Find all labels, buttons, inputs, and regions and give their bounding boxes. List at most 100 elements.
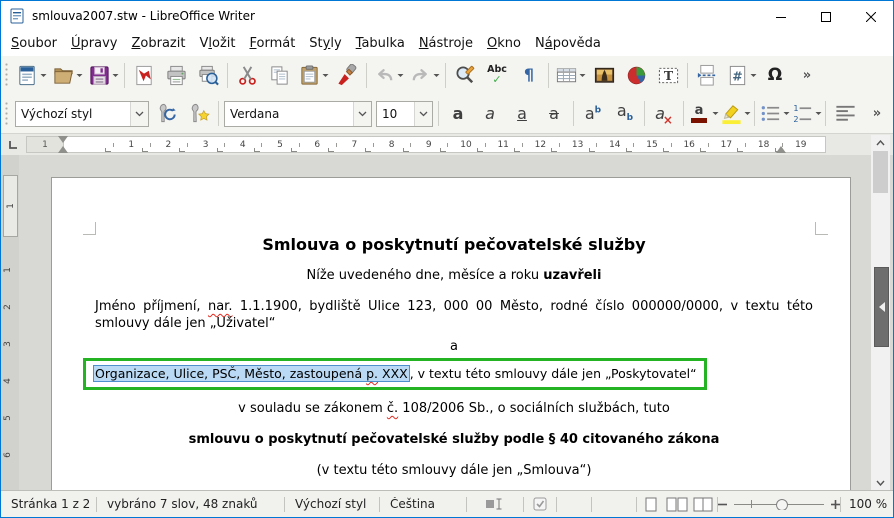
horizontal-ruler[interactable]: 1 1 2 3 4 5 6 7 8 9 10 11 12 13 14 15 16 17 18 19 <box>1 134 893 155</box>
dropdown-arrow-icon[interactable] <box>744 111 751 116</box>
new-button[interactable] <box>13 60 49 90</box>
dropdown-arrow-icon[interactable] <box>783 111 790 116</box>
dropdown-arrow-icon[interactable] <box>433 73 440 78</box>
chevron-down-icon[interactable] <box>130 101 148 126</box>
spelling-button[interactable]: Abc ✓ <box>481 60 513 90</box>
status-word-count[interactable]: vybráno 7 slov, 48 znaků <box>97 497 284 511</box>
formatting-marks-button[interactable]: ¶ <box>513 60 545 90</box>
insert-image-button[interactable] <box>588 60 620 90</box>
multi-page-view-button[interactable] <box>664 494 690 514</box>
vertical-ruler[interactable]: 1 1 2 3 4 5 6 <box>1 155 19 490</box>
menu-okno[interactable]: Okno <box>480 34 528 53</box>
save-button[interactable] <box>85 60 121 90</box>
paragraph[interactable]: a <box>95 338 813 355</box>
paragraph-style-combo[interactable]: Výchozí styl <box>15 100 149 127</box>
insert-table-button[interactable] <box>552 60 588 90</box>
undo-button[interactable] <box>370 60 406 90</box>
dropdown-arrow-icon[interactable] <box>322 73 329 78</box>
copy-button[interactable] <box>263 60 295 90</box>
zoom-in-button[interactable] <box>831 499 840 509</box>
cut-button[interactable] <box>231 60 263 90</box>
scroll-down-icon[interactable] <box>871 475 890 490</box>
superscript-button[interactable]: ab <box>577 99 609 129</box>
toolbar-overflow-button[interactable]: » <box>791 60 823 90</box>
chevron-down-icon[interactable] <box>414 101 432 126</box>
chevron-down-icon[interactable] <box>353 101 371 126</box>
right-indent-marker[interactable] <box>776 146 786 153</box>
document-modified-icon[interactable] <box>524 497 556 511</box>
export-pdf-button[interactable] <box>128 60 160 90</box>
underline-button[interactable]: a <box>506 99 538 129</box>
dropdown-arrow-icon[interactable] <box>397 73 404 78</box>
toolbar-grip[interactable] <box>4 62 9 88</box>
zoom-out-button[interactable] <box>718 500 727 509</box>
menu-napoveda[interactable]: Nápověda <box>528 34 608 53</box>
new-style-button[interactable] <box>183 99 215 129</box>
clear-formatting-button[interactable]: a × <box>648 99 680 129</box>
highlight-color-button[interactable] <box>719 99 751 129</box>
title-bar[interactable]: smlouva2007.stw - LibreOffice Writer <box>1 1 893 31</box>
paragraph[interactable]: smlouvu o poskytnutí pečovatelské služby… <box>95 431 813 448</box>
paragraph[interactable]: Jméno příjmení, nar. 1.1.1900, bydliště … <box>95 298 813 332</box>
scrollbar-thumb[interactable] <box>873 151 888 193</box>
zoom-slider-thumb[interactable] <box>776 499 788 510</box>
redo-button[interactable] <box>406 60 442 90</box>
dropdown-arrow-icon[interactable] <box>76 73 83 78</box>
dropdown-arrow-icon[interactable] <box>815 111 822 116</box>
menu-upravy[interactable]: Úpravy <box>64 34 124 53</box>
font-name-combo[interactable]: Verdana <box>224 100 372 127</box>
paragraph[interactable]: Níže uvedeného dne, měsíce a roku uzavře… <box>95 267 813 284</box>
insert-textbox-button[interactable]: T <box>652 60 684 90</box>
status-language[interactable]: Čeština <box>380 497 466 511</box>
update-style-button[interactable] <box>151 99 183 129</box>
toolbar-overflow-button[interactable]: » <box>861 99 893 129</box>
clone-formatting-button[interactable] <box>331 60 363 90</box>
print-preview-button[interactable] <box>192 60 224 90</box>
italic-button[interactable]: a <box>474 99 506 129</box>
dropdown-arrow-icon[interactable] <box>750 73 757 78</box>
dropdown-arrow-icon[interactable] <box>40 73 47 78</box>
single-page-view-button[interactable] <box>638 494 664 514</box>
menu-format[interactable]: Formát <box>242 34 302 53</box>
bold-button[interactable]: a <box>442 99 474 129</box>
minimize-button[interactable] <box>758 1 803 31</box>
toolbar-grip[interactable] <box>4 100 9 127</box>
paragraph[interactable]: v souladu se zákonem č. 108/2006 Sb., o … <box>95 400 813 417</box>
print-button[interactable] <box>160 60 192 90</box>
tab-type-selector[interactable] <box>5 137 20 152</box>
insert-chart-button[interactable] <box>620 60 652 90</box>
insert-field-button[interactable]: # <box>723 60 759 90</box>
scroll-up-icon[interactable] <box>871 135 890 150</box>
maximize-button[interactable] <box>803 1 848 31</box>
align-left-button[interactable] <box>829 99 861 129</box>
font-size-combo[interactable]: 10 <box>376 100 433 127</box>
paste-button[interactable] <box>295 60 331 90</box>
document-page[interactable]: Smlouva o poskytnutí pečovatelské služby… <box>51 177 851 490</box>
status-page-style[interactable]: Výchozí styl <box>285 497 379 511</box>
left-indent-marker[interactable] <box>58 146 68 153</box>
paragraph[interactable]: Organizace, Ulice, PSČ, Město, zastoupen… <box>83 358 813 390</box>
selection-mode-icon[interactable] <box>467 498 523 510</box>
dropdown-arrow-icon[interactable] <box>712 111 719 116</box>
menu-soubor[interactable]: Soubor <box>4 34 64 53</box>
menu-styly[interactable]: Styly <box>302 34 348 53</box>
font-color-button[interactable]: a <box>687 99 719 129</box>
sidebar-toggle-handle[interactable] <box>874 267 889 347</box>
open-button[interactable] <box>49 60 85 90</box>
strikethrough-button[interactable]: a <box>538 99 570 129</box>
dropdown-arrow-icon[interactable] <box>112 73 119 78</box>
left-indent-marker[interactable] <box>58 136 68 143</box>
special-character-button[interactable]: Ω <box>759 60 791 90</box>
book-view-button[interactable] <box>690 494 716 514</box>
zoom-slider[interactable] <box>734 498 824 510</box>
insert-page-break-button[interactable] <box>691 60 723 90</box>
menu-nastroje[interactable]: Nástroje <box>412 34 480 53</box>
bullet-list-button[interactable] <box>758 99 790 129</box>
numbered-list-button[interactable]: 12 <box>790 99 822 129</box>
paragraph[interactable]: Smlouva o poskytnutí pečovatelské služby <box>95 235 813 254</box>
subscript-button[interactable]: ab <box>609 99 641 129</box>
close-button[interactable] <box>848 1 893 31</box>
find-replace-button[interactable] <box>449 60 481 90</box>
menu-tabulka[interactable]: Tabulka <box>349 34 412 53</box>
zoom-level[interactable]: 100 % <box>841 497 893 511</box>
